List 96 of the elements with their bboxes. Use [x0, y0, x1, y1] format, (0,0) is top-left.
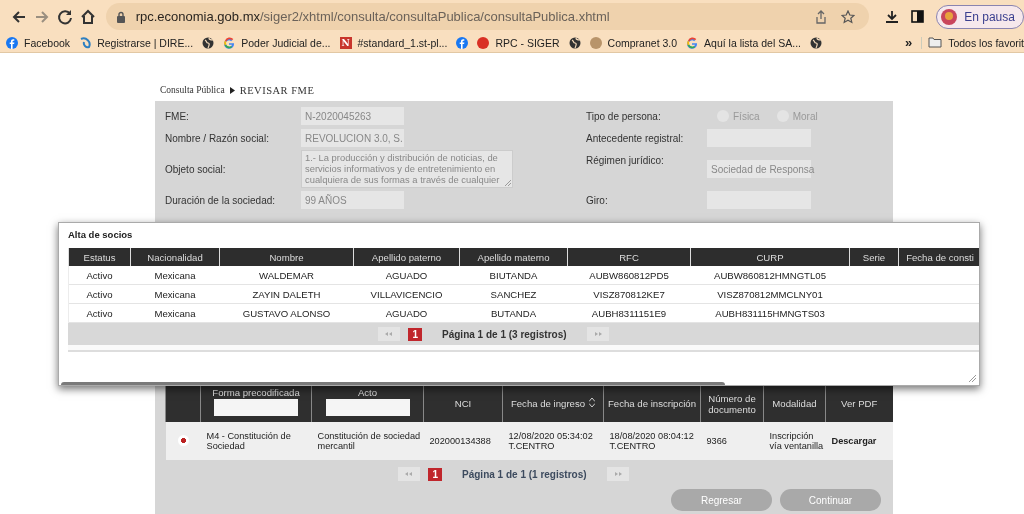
breadcrumb-link[interactable]: Consulta Pública: [160, 85, 225, 95]
facebook-icon: [6, 36, 18, 49]
column-header: NCI: [454, 398, 472, 409]
bookmark[interactable]: Poder Judicial de...: [223, 36, 331, 49]
table-cell: Inscripción vía ventanilla: [769, 431, 824, 451]
resize-grip-icon: [505, 180, 511, 186]
bookmark[interactable]: Facebook: [6, 36, 71, 49]
folder-icon: [928, 37, 943, 48]
table-cell: AUBW860812PD5: [589, 269, 669, 281]
table-cell: VILLAVICENCIO: [370, 288, 443, 300]
column-header: Modalidad: [772, 398, 817, 409]
bookmark[interactable]: Registrarse | DIRE...: [79, 36, 194, 49]
table-cell: AUBW860812HMNGTL05: [714, 269, 826, 281]
google-icon: [686, 36, 699, 49]
field-label: Régimen jurídico:: [586, 153, 665, 168]
caret-icon: [229, 86, 235, 94]
table-cell: 18/08/2020 08:04:12 T.CENTRO: [609, 431, 694, 451]
field-label: Giro:: [586, 193, 609, 208]
globe-icon: [809, 36, 822, 49]
bookmarks-folder[interactable]: Todos los favorit: [921, 36, 1024, 49]
bookmark[interactable]: [456, 36, 469, 49]
column-header: Ver PDF: [841, 398, 878, 409]
sort-icon[interactable]: [589, 398, 596, 407]
field-label: Tipo de persona:: [586, 109, 662, 124]
table-cell: AGUADO: [385, 269, 428, 281]
field-label: Antecedente registral:: [586, 131, 685, 146]
download-icon[interactable]: [885, 9, 900, 24]
profile-button[interactable]: En pausa: [936, 4, 1024, 29]
column-header[interactable]: Nombre: [269, 251, 304, 263]
column-header: Acto: [357, 387, 378, 398]
radio-label: Física: [733, 110, 760, 122]
bookmark[interactable]: Aquí la lista del SA...: [686, 36, 801, 49]
bookmark[interactable]: RPC - SIGER: [477, 36, 560, 49]
field-label: FME:: [165, 109, 190, 124]
radio-label: Moral: [792, 110, 818, 122]
table-cell: 202000134388: [429, 436, 491, 446]
table-cell: SANCHEZ: [490, 288, 537, 300]
side-panel-icon[interactable]: [911, 10, 925, 23]
filter-field[interactable]: [325, 399, 410, 416]
table-cell: Activo: [86, 269, 113, 281]
field-label: Duración de la sociedad:: [165, 193, 277, 208]
google-icon: [223, 36, 236, 49]
table-cell: WALDEMAR: [258, 269, 315, 281]
page-summary: Página 1 de 1 (1 registros): [462, 468, 587, 480]
table-cell: VISZ870812MMCLNY01: [717, 288, 823, 300]
field-label: Objeto social:: [165, 162, 227, 177]
table-cell: BUTANDA: [490, 307, 537, 319]
reload-icon[interactable]: [55, 7, 74, 26]
page-button[interactable]: 1: [428, 467, 443, 481]
avatar-icon: [940, 7, 959, 26]
column-header[interactable]: RFC: [619, 251, 639, 263]
table-cell: Activo: [86, 307, 113, 319]
globe-icon: [568, 36, 581, 49]
column-header: Forma precodificada: [212, 387, 300, 398]
star-icon[interactable]: [841, 9, 856, 24]
bookmark[interactable]: Compranet 3.0: [589, 36, 678, 49]
bookmark[interactable]: N #standard_1.st-pl...: [339, 36, 448, 49]
lock-icon: [115, 10, 126, 23]
more-bookmarks-button[interactable]: »: [904, 35, 913, 50]
table-cell: 12/08/2020 05:34:02 T.CENTRO: [508, 431, 593, 451]
field-label: Nombre / Razón social:: [165, 131, 270, 146]
table-cell: ZAYIN DALETH: [252, 288, 321, 300]
radio-button[interactable]: [177, 434, 189, 446]
bookmark[interactable]: [202, 36, 215, 49]
address-bar[interactable]: rpc.economia.gob.mx/siger2/xhtml/consulta/consultaPublica/consultaPublica.xhtml: [105, 3, 870, 30]
letter-icon: N: [339, 36, 352, 49]
breadcrumb-current: REVISAR FME: [239, 84, 315, 96]
table-cell: AUBH831115HMNGTS03: [715, 307, 825, 319]
filter-field[interactable]: [214, 399, 298, 416]
column-header[interactable]: CURP: [756, 251, 784, 263]
globe-icon: [202, 36, 215, 49]
swirl-icon: [79, 36, 92, 49]
table-cell: BIUTANDA: [489, 269, 538, 281]
table-cell: M4 - Constitución de Sociedad: [206, 431, 291, 451]
table-cell: GUSTAVO ALONSO: [242, 307, 331, 319]
table-cell: AGUADO: [385, 307, 428, 319]
table-cell: AUBH8311151E9: [591, 307, 667, 319]
download-link[interactable]: Descargar: [831, 436, 877, 446]
column-header: Número de documento: [708, 392, 756, 415]
bookmark[interactable]: [568, 36, 581, 49]
bookmark[interactable]: [809, 36, 822, 49]
table-cell: 9366: [706, 436, 727, 446]
table-cell: Mexicana: [154, 288, 196, 300]
table-cell: Mexicana: [154, 269, 196, 281]
page-summary: Página 1 de 1 (3 registros): [442, 328, 567, 340]
resize-grip-icon: [969, 375, 976, 382]
dialog-title: Alta de socios: [67, 228, 134, 241]
url-text: rpc.economia.gob.mx/siger2/xhtml/consulta/consultaPublica/consultaPublica.xhtml: [135, 9, 611, 24]
table-cell: Activo: [86, 288, 113, 300]
share-icon[interactable]: [815, 9, 828, 24]
table-cell: Constitución de sociedad mercantil: [317, 431, 421, 451]
page-button[interactable]: 1: [408, 327, 423, 341]
facebook-icon: [456, 36, 469, 49]
column-header: Fecha de inscripción: [608, 398, 696, 409]
table-cell: VISZ870812KE7: [593, 288, 665, 300]
table-cell: Mexicana: [154, 307, 196, 319]
